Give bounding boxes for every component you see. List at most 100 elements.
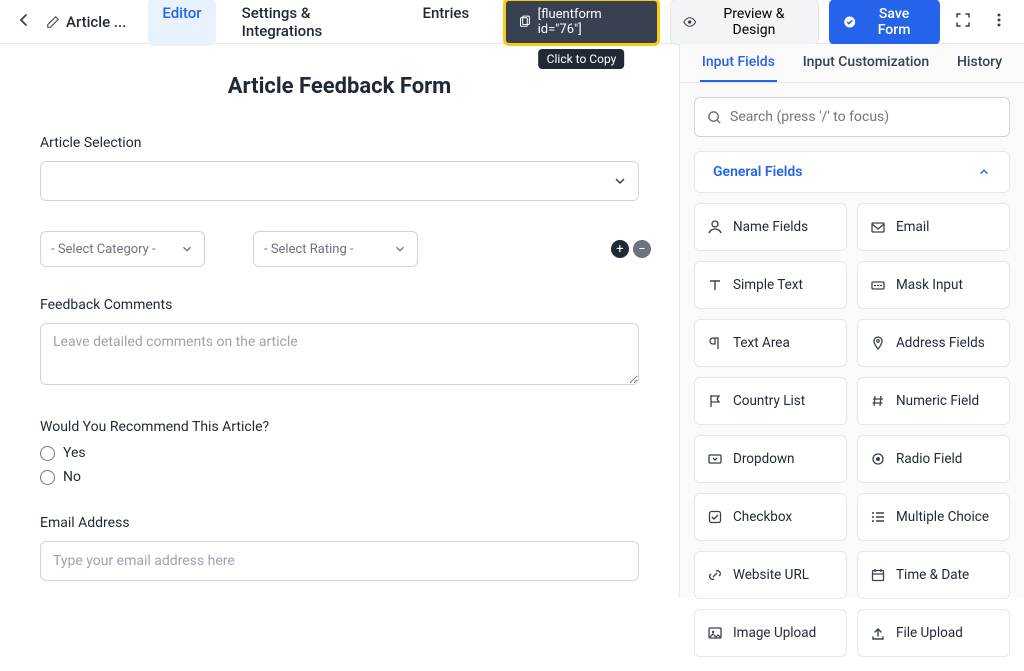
accordion-general-fields[interactable]: General Fields (694, 151, 1010, 193)
field-card-label: Text Area (733, 335, 790, 351)
field-card-multiple-choice[interactable]: Multiple Choice (857, 493, 1010, 541)
form-name-edit[interactable]: Article ... (46, 13, 126, 31)
check-circle-icon (843, 15, 856, 29)
field-card-label: File Upload (896, 625, 963, 641)
recommend-no-label: No (63, 469, 81, 485)
save-label: Save Form (862, 6, 926, 38)
list-icon (870, 509, 886, 525)
feedback-label: Feedback Comments (40, 297, 639, 313)
text-icon (707, 277, 723, 293)
tab-editor[interactable]: Editor (148, 0, 215, 46)
expand-button[interactable] (950, 7, 976, 37)
pin-icon (870, 335, 886, 351)
flag-icon (707, 393, 723, 409)
form-editor-canvas: Article Feedback Form Article Selection … (0, 44, 679, 597)
tab-input-fields[interactable]: Input Fields (700, 44, 777, 82)
field-card-label: Email (896, 219, 929, 235)
search-icon (707, 110, 722, 125)
field-card-mask-input[interactable]: Mask Input (857, 261, 1010, 309)
field-recommend[interactable]: Would You Recommend This Article? Yes No (40, 419, 639, 485)
add-row-button[interactable]: + (611, 240, 629, 258)
field-card-image-upload[interactable]: Image Upload (694, 609, 847, 657)
article-selection-select[interactable] (40, 161, 639, 201)
user-icon (707, 219, 723, 235)
email-label: Email Address (40, 515, 639, 531)
recommend-yes-radio[interactable] (40, 446, 55, 461)
shortcode-copy-button[interactable]: [fluentform id="76"] Click to Copy (503, 0, 660, 46)
field-card-label: Simple Text (733, 277, 803, 293)
fileup-icon (870, 625, 886, 641)
imgup-icon (707, 625, 723, 641)
back-button[interactable] (12, 8, 36, 36)
para-icon (707, 335, 723, 351)
field-cards-grid: Name Fields Email Simple Text Mask Input Tex… (680, 203, 1024, 671)
field-card-website-url[interactable]: Website URL (694, 551, 847, 599)
field-card-label: Country List (733, 393, 805, 409)
accordion-title: General Fields (713, 164, 802, 180)
tab-settings[interactable]: Settings & Integrations (228, 0, 397, 46)
field-card-dropdown[interactable]: Dropdown (694, 435, 847, 483)
recommend-label: Would You Recommend This Article? (40, 419, 639, 435)
recommend-yes-label: Yes (63, 445, 86, 461)
field-card-label: Dropdown (733, 451, 795, 467)
field-search-input[interactable] (730, 109, 997, 125)
field-card-checkbox[interactable]: Checkbox (694, 493, 847, 541)
cal-icon (870, 567, 886, 583)
field-card-time-&-date[interactable]: Time & Date (857, 551, 1010, 599)
field-card-file-upload[interactable]: File Upload (857, 609, 1010, 657)
field-card-numeric-field[interactable]: Numeric Field (857, 377, 1010, 425)
field-feedback-comments[interactable]: Feedback Comments (40, 297, 639, 389)
recommend-no-radio[interactable] (40, 470, 55, 485)
preview-design-button[interactable]: Preview & Design (670, 0, 819, 45)
feedback-textarea[interactable] (40, 323, 639, 385)
select-category[interactable]: - Select Category - (40, 231, 205, 267)
check-icon (707, 509, 723, 525)
field-card-country-list[interactable]: Country List (694, 377, 847, 425)
recommend-yes-option[interactable]: Yes (40, 445, 639, 461)
hash-icon (870, 393, 886, 409)
tab-history[interactable]: History (955, 44, 1004, 82)
field-article-selection[interactable]: Article Selection (40, 135, 639, 201)
link-icon (707, 567, 723, 583)
field-card-radio-field[interactable]: Radio Field (857, 435, 1010, 483)
dots-vertical-icon (990, 11, 1008, 29)
tab-input-customization[interactable]: Input Customization (801, 44, 931, 82)
tab-entries[interactable]: Entries (408, 0, 483, 46)
save-form-button[interactable]: Save Form (829, 0, 940, 45)
eye-icon (683, 15, 696, 29)
recommend-no-option[interactable]: No (40, 469, 639, 485)
email-input[interactable] (40, 541, 639, 581)
copy-tooltip: Click to Copy (539, 49, 625, 69)
field-card-label: Address Fields (896, 335, 985, 351)
top-nav-tabs: Editor Settings & Integrations Entries (148, 0, 483, 46)
field-card-text-area[interactable]: Text Area (694, 319, 847, 367)
field-inline-selects[interactable]: - Select Category - - Select Rating - + … (40, 231, 639, 267)
field-card-email[interactable]: Email (857, 203, 1010, 251)
more-menu-button[interactable] (986, 7, 1012, 37)
field-card-simple-text[interactable]: Simple Text (694, 261, 847, 309)
field-card-name-fields[interactable]: Name Fields (694, 203, 847, 251)
field-card-label: Radio Field (896, 451, 962, 467)
preview-label: Preview & Design (702, 6, 805, 38)
sidebar-tabs: Input Fields Input Customization History (680, 44, 1024, 83)
field-card-address-fields[interactable]: Address Fields (857, 319, 1010, 367)
copy-icon (518, 15, 531, 29)
shortcode-text: [fluentform id="76"] (538, 7, 645, 37)
radio-icon (870, 451, 886, 467)
row-controls: + − (611, 240, 651, 258)
select-rating[interactable]: - Select Rating - (253, 231, 418, 267)
form-title: Article Feedback Form (40, 74, 639, 99)
top-bar: Article ... Editor Settings & Integratio… (0, 0, 1024, 44)
field-search-box[interactable] (694, 97, 1010, 137)
remove-row-button[interactable]: − (633, 240, 651, 258)
field-card-label: Mask Input (896, 277, 963, 293)
chevron-up-icon (977, 165, 991, 179)
field-email[interactable]: Email Address (40, 515, 639, 581)
field-card-label: Time & Date (896, 567, 969, 583)
form-name-text: Article ... (66, 13, 126, 31)
field-card-label: Website URL (733, 567, 809, 583)
field-card-label: Image Upload (733, 625, 816, 641)
field-card-label: Numeric Field (896, 393, 979, 409)
mask-icon (870, 277, 886, 293)
pencil-icon (46, 15, 60, 29)
